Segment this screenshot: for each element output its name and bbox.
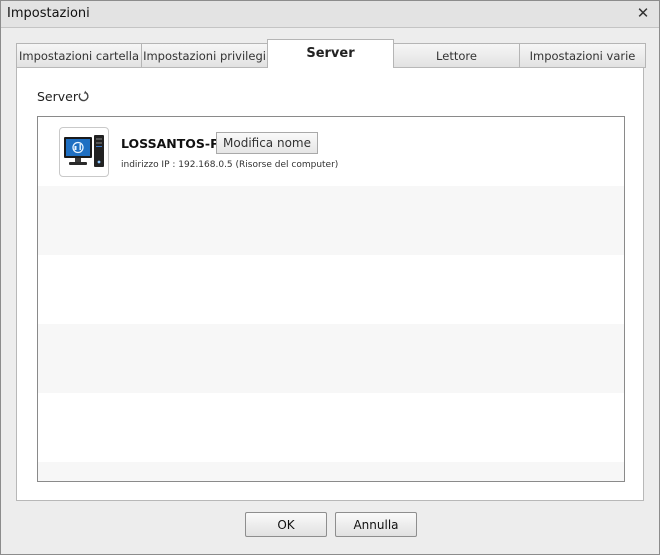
tab-lettore[interactable]: Lettore [393, 43, 520, 68]
section-title: Server [37, 89, 78, 104]
tab-bar: Impostazioni cartella Impostazioni privi… [16, 39, 646, 69]
tab-impostazioni-varie[interactable]: Impostazioni varie [519, 43, 646, 68]
server-row[interactable]: LOSSANTOS-PC Modifica nome indirizzo IP … [38, 117, 624, 186]
empty-row [38, 462, 624, 481]
empty-row [38, 255, 624, 324]
tab-impostazioni-cartella[interactable]: Impostazioni cartella [16, 43, 142, 68]
close-icon[interactable]: ✕ [635, 5, 651, 21]
server-ip-address: indirizzo IP : 192.168.0.5 (Risorse del … [121, 160, 339, 170]
server-name: LOSSANTOS-PC [121, 136, 229, 151]
tab-impostazioni-privilegi[interactable]: Impostazioni privilegi [141, 43, 268, 68]
refresh-icon[interactable] [77, 90, 90, 103]
ok-button[interactable]: OK [245, 512, 327, 537]
cancel-button[interactable]: Annulla [335, 512, 417, 537]
rename-server-button[interactable]: Modifica nome [216, 132, 318, 154]
empty-row [38, 393, 624, 462]
window-title: Impostazioni [7, 6, 90, 21]
desktop-computer-icon [59, 127, 109, 177]
tab-server[interactable]: Server [267, 39, 394, 69]
title-bar: Impostazioni ✕ [1, 1, 659, 28]
server-list: LOSSANTOS-PC Modifica nome indirizzo IP … [37, 116, 625, 482]
empty-row [38, 324, 624, 393]
settings-window: Impostazioni ✕ Impostazioni cartella Imp… [0, 0, 660, 555]
empty-row [38, 186, 624, 255]
